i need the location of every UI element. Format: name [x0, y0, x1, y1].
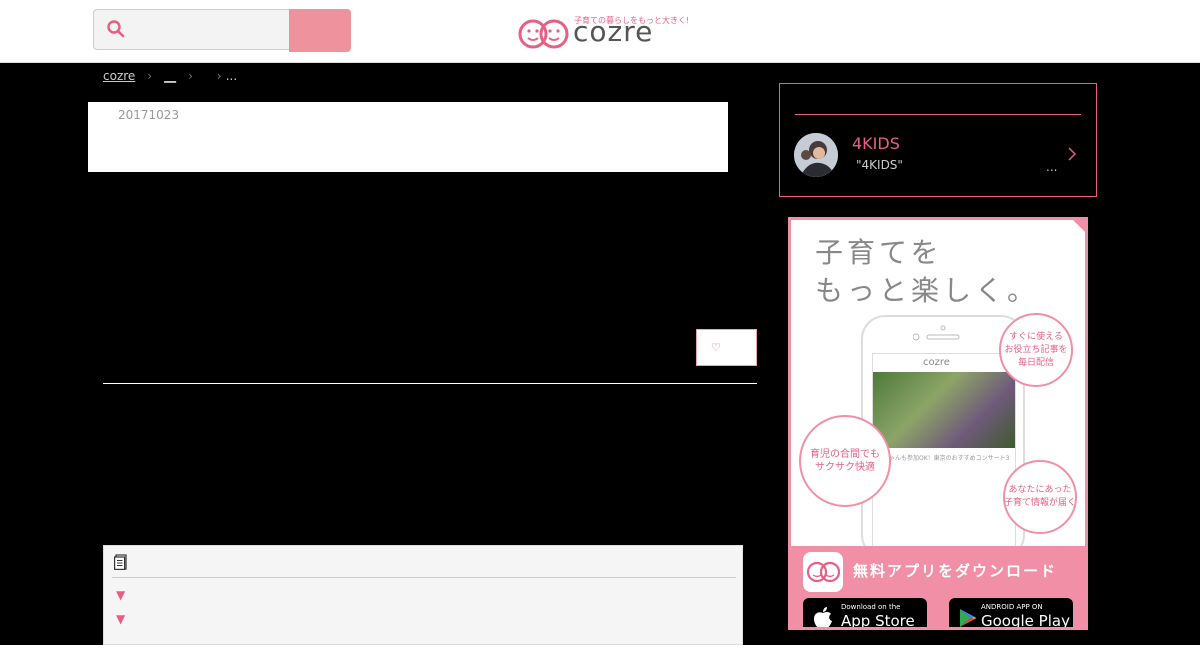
breadcrumb-category[interactable]: __ — [164, 69, 176, 83]
heart-icon: ♡ — [711, 341, 721, 354]
article-header: 20171023 — [88, 102, 728, 172]
phone-photo — [873, 372, 1015, 448]
writer-name[interactable]: 4KIDS — [852, 134, 900, 153]
phone-article-text: 赤ちゃんも参加OK！東京のおすすめコンサート3選 — [877, 455, 1010, 471]
writer-card-divider — [795, 114, 1081, 115]
google-play-small-label: ANDROID APP ON — [981, 603, 1043, 611]
toc-divider — [112, 577, 736, 578]
app-store-button[interactable]: Download on the App Store — [803, 598, 927, 630]
feature-bubble: すぐに使える お役立ち記事を 毎日配信 — [999, 313, 1073, 387]
site-logo[interactable]: 子育ての暮らしをもっと大きく! cozre — [518, 13, 689, 53]
like-button[interactable]: ♡ — [696, 329, 757, 366]
logo-mark-icon — [518, 19, 569, 49]
app-icon — [803, 552, 843, 592]
google-play-label: Google Play — [981, 612, 1070, 630]
search-input[interactable] — [134, 16, 284, 44]
writer-card[interactable]: 4KIDS "4KIDS" ... — [779, 83, 1097, 197]
feature-bubble: あなたにあった 子育て情報が届く — [1003, 460, 1077, 534]
breadcrumb-chevron-icon: › — [188, 69, 193, 83]
document-icon — [114, 554, 127, 570]
site-header: 子育ての暮らしをもっと大きく! cozre — [0, 0, 1200, 63]
ad-cta-bar[interactable]: 無料アプリをダウンロード Download on the App Store A… — [791, 546, 1085, 630]
ad-cta-text: 無料アプリをダウンロード — [853, 562, 1058, 580]
app-store-small-label: Download on the — [841, 603, 901, 611]
search-button[interactable] — [289, 9, 351, 52]
phone-logo: cozre — [923, 357, 950, 368]
breadcrumb-chevron-icon: › — [147, 69, 153, 83]
google-play-icon — [960, 609, 976, 627]
chevron-right-icon — [1068, 147, 1076, 161]
breadcrumb: cozre › __ › › ... — [103, 67, 237, 85]
table-of-contents: ▼ ▼ — [103, 545, 743, 645]
breadcrumb-current: ... — [225, 69, 238, 83]
breadcrumb-home[interactable]: cozre — [103, 69, 135, 83]
writer-more: ... — [1046, 160, 1058, 174]
phone-speaker-icon — [913, 325, 960, 341]
google-play-button[interactable]: ANDROID APP ON Google Play — [949, 598, 1073, 630]
logo-text: cozre — [573, 15, 654, 48]
ad-headline: 子育てを もっと楽しく。 — [815, 236, 1040, 307]
toc-item[interactable]: ▼ — [116, 588, 125, 602]
app-store-label: App Store — [841, 612, 915, 630]
app-download-banner[interactable]: 子育てを もっと楽しく。 無料 cozre 赤ちゃんも参加OK！東京のおすすめコ… — [788, 217, 1088, 630]
breadcrumb-chevron-icon: › — [216, 69, 222, 83]
avatar — [794, 133, 838, 177]
search-box[interactable] — [93, 9, 289, 50]
phone-screen: cozre 赤ちゃんも参加OK！東京のおすすめコンサート3選 — [872, 353, 1016, 555]
feature-bubble: 育児の合間でも サクサク快適 — [799, 415, 891, 507]
writer-description: "4KIDS" — [856, 158, 903, 172]
article-divider — [103, 383, 757, 384]
search-icon — [107, 20, 125, 38]
apple-icon — [814, 607, 832, 627]
article-date: 20171023 — [118, 108, 180, 122]
toc-item[interactable]: ▼ — [116, 612, 125, 626]
